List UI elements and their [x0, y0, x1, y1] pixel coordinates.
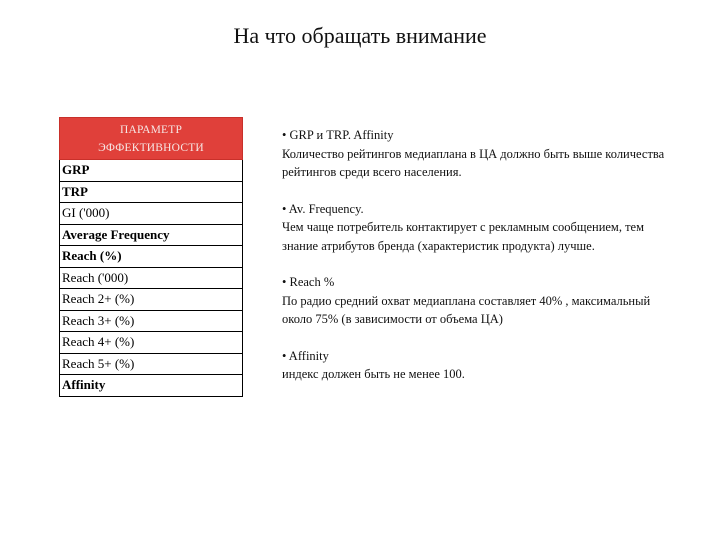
row-average-frequency: Average Frequency — [59, 223, 243, 246]
note-reach: • Reach % По радио средний охват медиапл… — [282, 273, 682, 329]
note-frequency: • Av. Frequency. Чем чаще потребитель ко… — [282, 200, 682, 256]
note-body: Количество рейтингов медиаплана в ЦА дол… — [282, 146, 665, 180]
row-reach-5plus: Reach 5+ (%) — [59, 352, 243, 375]
table-row: GI ('000) — [59, 202, 243, 225]
table-row: Average Frequency — [59, 223, 243, 246]
table-row: Reach (%) — [59, 245, 243, 268]
note-affinity: • Affinity индекс должен быть не менее 1… — [282, 347, 682, 384]
note-grp-trp: • GRP и TRP. Affinity Количество рейтинг… — [282, 126, 682, 182]
table-row: Reach 3+ (%) — [59, 309, 243, 332]
row-reach-4plus: Reach 4+ (%) — [59, 331, 243, 354]
row-gi: GI ('000) — [59, 202, 243, 225]
note-body: По радио средний охват медиаплана состав… — [282, 293, 651, 327]
note-body: индекс должен быть не менее 100. — [282, 367, 465, 381]
row-reach-thousands: Reach ('000) — [59, 266, 243, 289]
note-body: Чем чаще потребитель контактирует с рекл… — [282, 220, 645, 253]
notes-column: • GRP и TRP. Affinity Количество рейтинг… — [282, 126, 682, 384]
row-reach-percent: Reach (%) — [59, 245, 243, 268]
parameters-table: ПАРАМЕТР ЭФФЕКТИВНОСТИ GRP TRP GI ('000)… — [59, 117, 243, 397]
row-reach-3plus: Reach 3+ (%) — [59, 309, 243, 332]
slide-title: На что обращать внимание — [233, 23, 487, 48]
header-line-2: ЭФФЕКТИВНОСТИ — [98, 142, 204, 154]
note-heading: • GRP и TRP. Affinity — [282, 128, 394, 142]
table-row: Affinity — [59, 374, 243, 397]
row-reach-2plus: Reach 2+ (%) — [59, 288, 243, 311]
table-row: Reach ('000) — [59, 266, 243, 289]
table-row: Reach 2+ (%) — [59, 288, 243, 311]
row-grp: GRP — [59, 159, 243, 182]
table-header-row: ПАРАМЕТР ЭФФЕКТИВНОСТИ — [59, 117, 243, 160]
header-line-1: ПАРАМЕТР — [119, 124, 183, 136]
table-header-cell: ПАРАМЕТР ЭФФЕКТИВНОСТИ — [59, 117, 243, 160]
table-row: Reach 4+ (%) — [59, 331, 243, 354]
note-heading: • Affinity — [282, 348, 329, 363]
note-heading: • Av. Frequency. — [282, 201, 364, 216]
note-heading: • Reach % — [282, 275, 335, 289]
table-row: GRP — [59, 159, 243, 182]
row-trp: TRP — [59, 180, 243, 203]
table-row: TRP — [59, 180, 243, 203]
row-affinity: Affinity — [59, 374, 243, 397]
table-row: Reach 5+ (%) — [59, 352, 243, 375]
